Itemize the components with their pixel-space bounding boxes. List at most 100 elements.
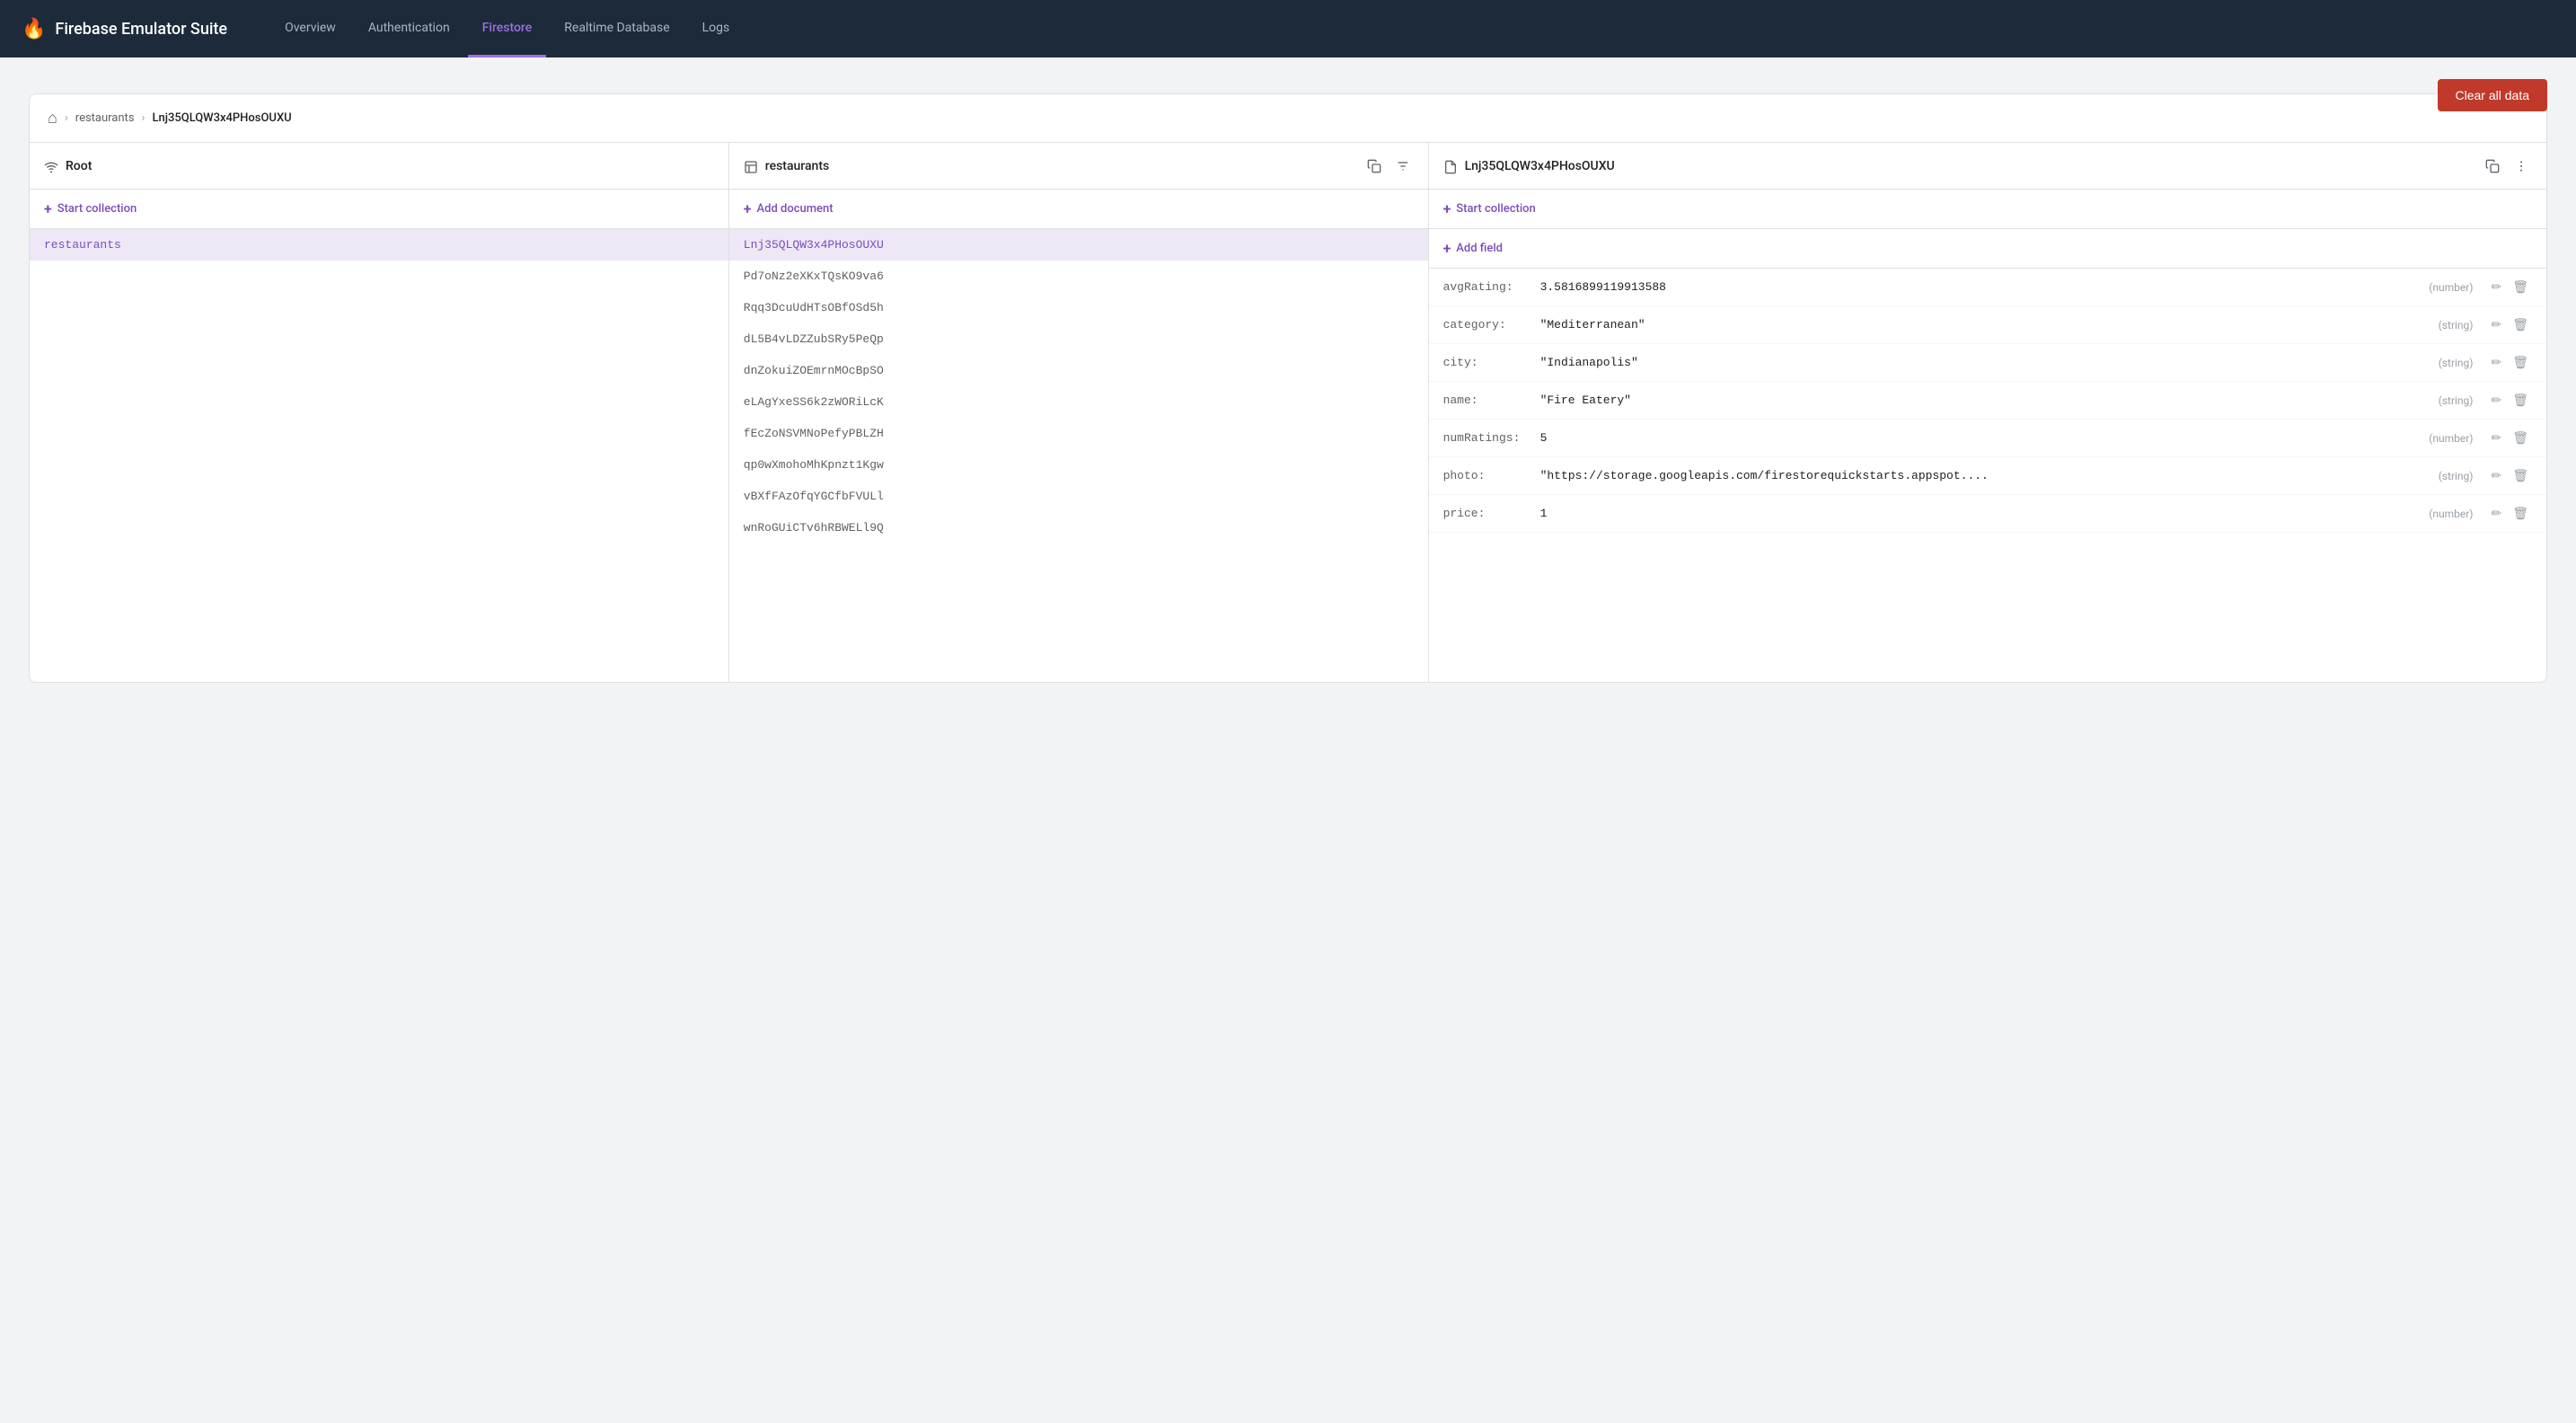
field-key-2: city: — [1443, 356, 1533, 369]
clear-all-data-button[interactable]: Clear all data — [2438, 79, 2548, 111]
field-row-4: numRatings: 5 (number) ✏ 🗑 — [1429, 420, 2546, 457]
edit-field-5[interactable]: ✏ — [2487, 466, 2505, 485]
doc-item-0[interactable]: Lnj35QLQW3x4PHosOUXU — [729, 229, 1428, 261]
more-document-button[interactable] — [2510, 155, 2532, 177]
field-type-2: (string) — [2439, 357, 2481, 369]
doc-item-8[interactable]: vBXfFAzOfqYGCfbFVULl — [729, 481, 1428, 512]
breadcrumb-restaurants[interactable]: restaurants — [75, 111, 135, 125]
field-actions-3: ✏ 🗑 — [2487, 391, 2532, 410]
edit-field-0[interactable]: ✏ — [2487, 278, 2505, 296]
field-row-0: avgRating: 3.5816899119913588 (number) ✏… — [1429, 269, 2546, 306]
doc-item-6[interactable]: fEcZoNSVMNoPefyPBLZH — [729, 418, 1428, 449]
field-value-5: "https://storage.googleapis.com/firestor… — [1540, 469, 2431, 482]
plus-icon-root: + — [44, 200, 52, 217]
breadcrumb-sep-2: › — [142, 111, 146, 125]
restaurants-column-title: restaurants — [765, 159, 1356, 173]
doc-item-7[interactable]: qp0wXmohoMhKpnzt1Kgw — [729, 449, 1428, 481]
field-row-1: category: "Mediterranean" (string) ✏ 🗑 — [1429, 306, 2546, 344]
field-value-3: "Fire Eatery" — [1540, 393, 2431, 407]
field-actions-6: ✏ 🗑 — [2487, 504, 2532, 523]
add-field-button[interactable]: + Add field — [1429, 229, 2546, 269]
field-type-3: (string) — [2439, 394, 2481, 407]
nav-logs[interactable]: Logs — [688, 0, 745, 57]
nav-realtime-database[interactable]: Realtime Database — [550, 0, 684, 57]
restaurants-column-header: restaurants — [729, 143, 1428, 190]
nav-firestore[interactable]: Firestore — [468, 0, 547, 57]
delete-field-6[interactable]: 🗑 — [2509, 504, 2532, 523]
edit-field-6[interactable]: ✏ — [2487, 504, 2505, 523]
app-title: Firebase Emulator Suite — [55, 20, 227, 39]
delete-field-2[interactable]: 🗑 — [2509, 353, 2532, 372]
home-icon[interactable]: ⌂ — [48, 109, 57, 128]
field-row-5: photo: "https://storage.googleapis.com/f… — [1429, 457, 2546, 495]
collection-icon — [744, 157, 758, 174]
field-actions-1: ✏ 🗑 — [2487, 315, 2532, 334]
delete-field-0[interactable]: 🗑 — [2509, 278, 2532, 296]
start-collection-label: Start collection — [57, 202, 137, 216]
field-actions-2: ✏ 🗑 — [2487, 353, 2532, 372]
delete-field-3[interactable]: 🗑 — [2509, 391, 2532, 410]
doc-item-4[interactable]: dnZokuiZOEmrnMOcBpSO — [729, 355, 1428, 386]
start-collection-doc-button[interactable]: + Start collection — [1429, 190, 2546, 229]
main-content: Clear all data ⌂ › restaurants › Lnj35QL… — [0, 57, 2576, 704]
field-value-0: 3.5816899119913588 — [1540, 280, 2422, 294]
field-key-5: photo: — [1443, 469, 1533, 482]
nav-overview[interactable]: Overview — [270, 0, 350, 57]
edit-field-1[interactable]: ✏ — [2487, 315, 2505, 334]
doc-item-5[interactable]: eLAgYxeSS6k2zWORiLcK — [729, 386, 1428, 418]
root-column-header: Root — [30, 143, 728, 190]
filter-restaurants-button[interactable] — [1392, 155, 1414, 177]
breadcrumb: ⌂ › restaurants › Lnj35QLQW3x4PHosOUXU — [30, 94, 2546, 143]
field-actions-4: ✏ 🗑 — [2487, 429, 2532, 447]
field-type-4: (number) — [2429, 432, 2480, 445]
field-value-4: 5 — [1540, 431, 2422, 445]
start-collection-doc-label: Start collection — [1456, 202, 1535, 216]
field-row-2: city: "Indianapolis" (string) ✏ 🗑 — [1429, 344, 2546, 382]
document-column-title: Lnj35QLQW3x4PHosOUXU — [1465, 159, 2475, 173]
doc-item-2[interactable]: Rqq3DcuUdHTsOBfOSd5h — [729, 292, 1428, 323]
field-type-6: (number) — [2429, 508, 2480, 520]
field-key-4: numRatings: — [1443, 431, 1533, 445]
field-key-6: price: — [1443, 507, 1533, 520]
breadcrumb-sep-1: › — [65, 111, 68, 125]
delete-field-1[interactable]: 🗑 — [2509, 315, 2532, 334]
field-actions-0: ✏ 🗑 — [2487, 278, 2532, 296]
edit-field-2[interactable]: ✏ — [2487, 353, 2505, 372]
doc-item-3[interactable]: dL5B4vLDZZubSRy5PeQp — [729, 323, 1428, 355]
field-row-3: name: "Fire Eatery" (string) ✏ 🗑 — [1429, 382, 2546, 420]
root-wifi-icon — [44, 157, 58, 174]
firestore-container: ⌂ › restaurants › Lnj35QLQW3x4PHosOUXU — [29, 93, 2547, 683]
app-brand: 🔥 Firebase Emulator Suite — [22, 18, 227, 40]
field-actions-5: ✏ 🗑 — [2487, 466, 2532, 485]
edit-field-3[interactable]: ✏ — [2487, 391, 2505, 410]
field-key-3: name: — [1443, 393, 1533, 407]
copy-restaurants-button[interactable] — [1363, 155, 1385, 177]
field-value-2: "Indianapolis" — [1540, 356, 2431, 369]
root-column-title: Root — [66, 159, 714, 173]
field-value-1: "Mediterranean" — [1540, 318, 2431, 331]
plus-icon-add-field: + — [1443, 240, 1451, 257]
doc-item-1[interactable]: Pd7oNz2eXKxTQsKO9va6 — [729, 261, 1428, 292]
nav-authentication[interactable]: Authentication — [354, 0, 464, 57]
collection-item-restaurants[interactable]: restaurants — [30, 229, 728, 261]
field-key-0: avgRating: — [1443, 280, 1533, 294]
document-column-header: Lnj35QLQW3x4PHosOUXU — [1429, 143, 2546, 190]
start-collection-button[interactable]: + Start collection — [30, 190, 728, 229]
doc-item-9[interactable]: wnRoGUiCTv6hRBWELl9Q — [729, 512, 1428, 544]
add-document-label: Add document — [757, 202, 834, 216]
copy-document-button[interactable] — [2482, 155, 2503, 177]
plus-icon-start-col: + — [1443, 200, 1451, 217]
field-type-1: (string) — [2439, 319, 2481, 331]
delete-field-5[interactable]: 🗑 — [2509, 466, 2532, 485]
field-value-6: 1 — [1540, 507, 2422, 520]
column-root: Root + Start collection restaurants — [30, 143, 729, 682]
nav-links: Overview Authentication Firestore Realti… — [270, 0, 744, 57]
delete-field-4[interactable]: 🗑 — [2509, 429, 2532, 447]
field-type-5: (string) — [2439, 470, 2481, 482]
columns: Root + Start collection restaurants — [30, 143, 2546, 682]
edit-field-4[interactable]: ✏ — [2487, 429, 2505, 447]
field-key-1: category: — [1443, 318, 1533, 331]
add-document-button[interactable]: + Add document — [729, 190, 1428, 229]
plus-icon-restaurants: + — [744, 200, 752, 217]
column-document: Lnj35QLQW3x4PHosOUXU — [1429, 143, 2546, 682]
